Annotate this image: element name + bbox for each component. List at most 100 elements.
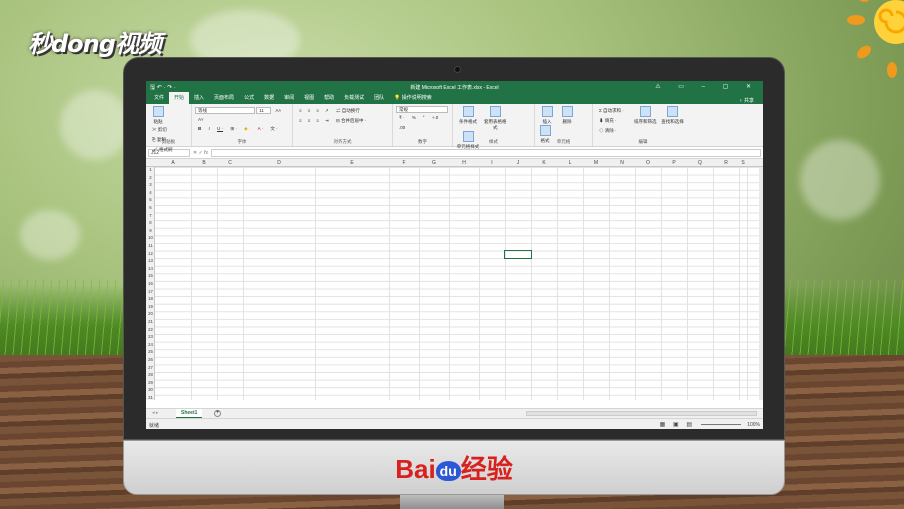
row-header[interactable]: 30 [146, 387, 155, 392]
row-header[interactable]: 15 [146, 273, 155, 278]
font-size-select[interactable]: 11 [256, 107, 272, 114]
wrap-text-button[interactable]: ⇌ 自动换行 [334, 107, 362, 115]
italic-button[interactable]: I [207, 125, 212, 132]
column-header-m[interactable]: M [583, 160, 609, 166]
tab-page-layout[interactable]: 页面布局 [209, 92, 239, 104]
paste-button[interactable]: 粘贴 [149, 106, 167, 125]
active-cell[interactable] [504, 249, 532, 259]
sort-filter-button[interactable]: 排序和筛选 [633, 106, 657, 125]
align-bottom-button[interactable]: ≡ [314, 107, 321, 114]
tab-team[interactable]: 团队 [369, 92, 389, 104]
align-left-button[interactable]: ≡ [297, 117, 304, 124]
add-sheet-button[interactable]: + [214, 410, 221, 417]
merge-center-button[interactable]: ⊟ 合并后居中 · [334, 117, 368, 125]
row-header[interactable]: 13 [146, 258, 155, 263]
align-right-button[interactable]: ≡ [314, 117, 321, 124]
horizontal-scrollbar[interactable] [526, 411, 757, 416]
window-controls[interactable]: ⚠ ▭ – ▢ ✕ [655, 83, 759, 90]
fill-color-button[interactable]: ◆ · [242, 125, 252, 133]
indent-button[interactable]: ⇥ [323, 117, 331, 125]
delete-cells-button[interactable]: 删除 [558, 106, 576, 125]
column-header-g[interactable]: G [419, 160, 449, 166]
column-header-i[interactable]: I [479, 160, 505, 166]
tab-review[interactable]: 审阅 [279, 92, 299, 104]
fx-icon[interactable]: ✕ ✓ fx [193, 150, 208, 156]
increase-decimal-button[interactable]: +.0 [430, 114, 440, 121]
tab-data[interactable]: 数据 [259, 92, 279, 104]
clear-button[interactable]: ◇ 清除 · [597, 127, 619, 135]
row-header[interactable]: 27 [146, 365, 155, 370]
cell-area[interactable] [155, 167, 759, 400]
row-header[interactable]: 21 [146, 319, 155, 324]
sheet-tab[interactable]: Sheet1 [176, 409, 203, 418]
comma-button[interactable]: ❜ [421, 114, 426, 122]
format-as-table-button[interactable]: 套用表格格式 [483, 106, 507, 131]
row-header[interactable]: 2 [146, 175, 155, 180]
worksheet-grid[interactable]: ABCDEFGHIJKLMNOPQRS 1 2 3 4 5 6 7 8 9 10 11 12 13 14 1… [146, 159, 763, 400]
row-header[interactable]: 19 [146, 304, 155, 309]
row-header[interactable]: 7 [146, 213, 155, 218]
row-header[interactable]: 12 [146, 251, 155, 256]
number-format-select[interactable]: 常规 [396, 106, 448, 113]
tab-formulas[interactable]: 公式 [239, 92, 259, 104]
sheet-nav-arrows[interactable]: ◂ ▸ [152, 410, 158, 416]
align-middle-button[interactable]: ≡ [306, 107, 313, 114]
tab-home[interactable]: 开始 [169, 92, 190, 104]
row-header[interactable]: 14 [146, 266, 155, 271]
row-header[interactable]: 16 [146, 281, 155, 286]
row-header[interactable]: 29 [146, 380, 155, 385]
column-header-s[interactable]: S [739, 160, 747, 166]
column-header-e[interactable]: E [315, 160, 389, 166]
row-header[interactable]: 11 [146, 243, 155, 248]
column-header-j[interactable]: J [505, 160, 531, 166]
row-header[interactable]: 23 [146, 334, 155, 339]
row-header[interactable]: 20 [146, 311, 155, 316]
row-header[interactable]: 9 [146, 228, 155, 233]
align-center-button[interactable]: ≡ [306, 117, 313, 124]
conditional-format-button[interactable]: 条件格式 [456, 106, 480, 125]
row-header[interactable]: 3 [146, 182, 155, 187]
row-header[interactable]: 28 [146, 372, 155, 377]
orientation-button[interactable]: ↗ [323, 107, 331, 115]
cut-button[interactable]: ✂ 剪切 [150, 126, 169, 134]
autosum-button[interactable]: Σ 自动求和 · [597, 107, 626, 115]
column-header-l[interactable]: L [557, 160, 583, 166]
font-name-select[interactable]: 等线 [195, 107, 255, 114]
grow-font-button[interactable]: A˄ [274, 107, 284, 114]
row-header[interactable]: 17 [146, 289, 155, 294]
fill-button[interactable]: ⬇ 填充 · [597, 117, 619, 125]
column-header-c[interactable]: C [217, 160, 243, 166]
row-header[interactable]: 1 [146, 167, 155, 172]
zoom-level[interactable]: 100% [747, 422, 760, 428]
zoom-slider[interactable] [701, 424, 741, 425]
find-select-button[interactable]: 查找和选择 [661, 106, 685, 125]
share-button[interactable]: ♀ 共享 [734, 95, 759, 107]
column-header-q[interactable]: Q [687, 160, 713, 166]
row-header[interactable]: 25 [146, 349, 155, 354]
tell-me-search[interactable]: 💡 操作说明搜索 [389, 92, 437, 104]
formula-input[interactable] [211, 148, 761, 157]
row-header[interactable]: 24 [146, 342, 155, 347]
column-header-o[interactable]: O [635, 160, 661, 166]
percent-button[interactable]: % [410, 114, 418, 121]
format-painter-button[interactable]: 🖌 格式刷 [150, 146, 174, 154]
row-header[interactable]: 6 [146, 205, 155, 210]
align-top-button[interactable]: ≡ [297, 107, 304, 114]
row-header[interactable]: 26 [146, 357, 155, 362]
column-header-p[interactable]: P [661, 160, 687, 166]
row-header[interactable]: 5 [146, 197, 155, 202]
underline-button[interactable]: U · [215, 125, 225, 132]
row-header[interactable]: 31 [146, 395, 155, 400]
column-header-f[interactable]: F [389, 160, 419, 166]
row-header[interactable]: 22 [146, 327, 155, 332]
row-header[interactable]: 8 [146, 220, 155, 225]
column-header-k[interactable]: K [531, 160, 557, 166]
border-button[interactable]: ⊞ · [228, 125, 239, 133]
vertical-scrollbar[interactable] [759, 167, 763, 400]
tab-help[interactable]: 帮助 [319, 92, 339, 104]
tab-view[interactable]: 视图 [299, 92, 319, 104]
tab-file[interactable]: 文件 [149, 92, 169, 104]
row-header[interactable]: 10 [146, 235, 155, 240]
decrease-decimal-button[interactable]: .00 [397, 124, 407, 131]
column-header-b[interactable]: B [191, 160, 217, 166]
